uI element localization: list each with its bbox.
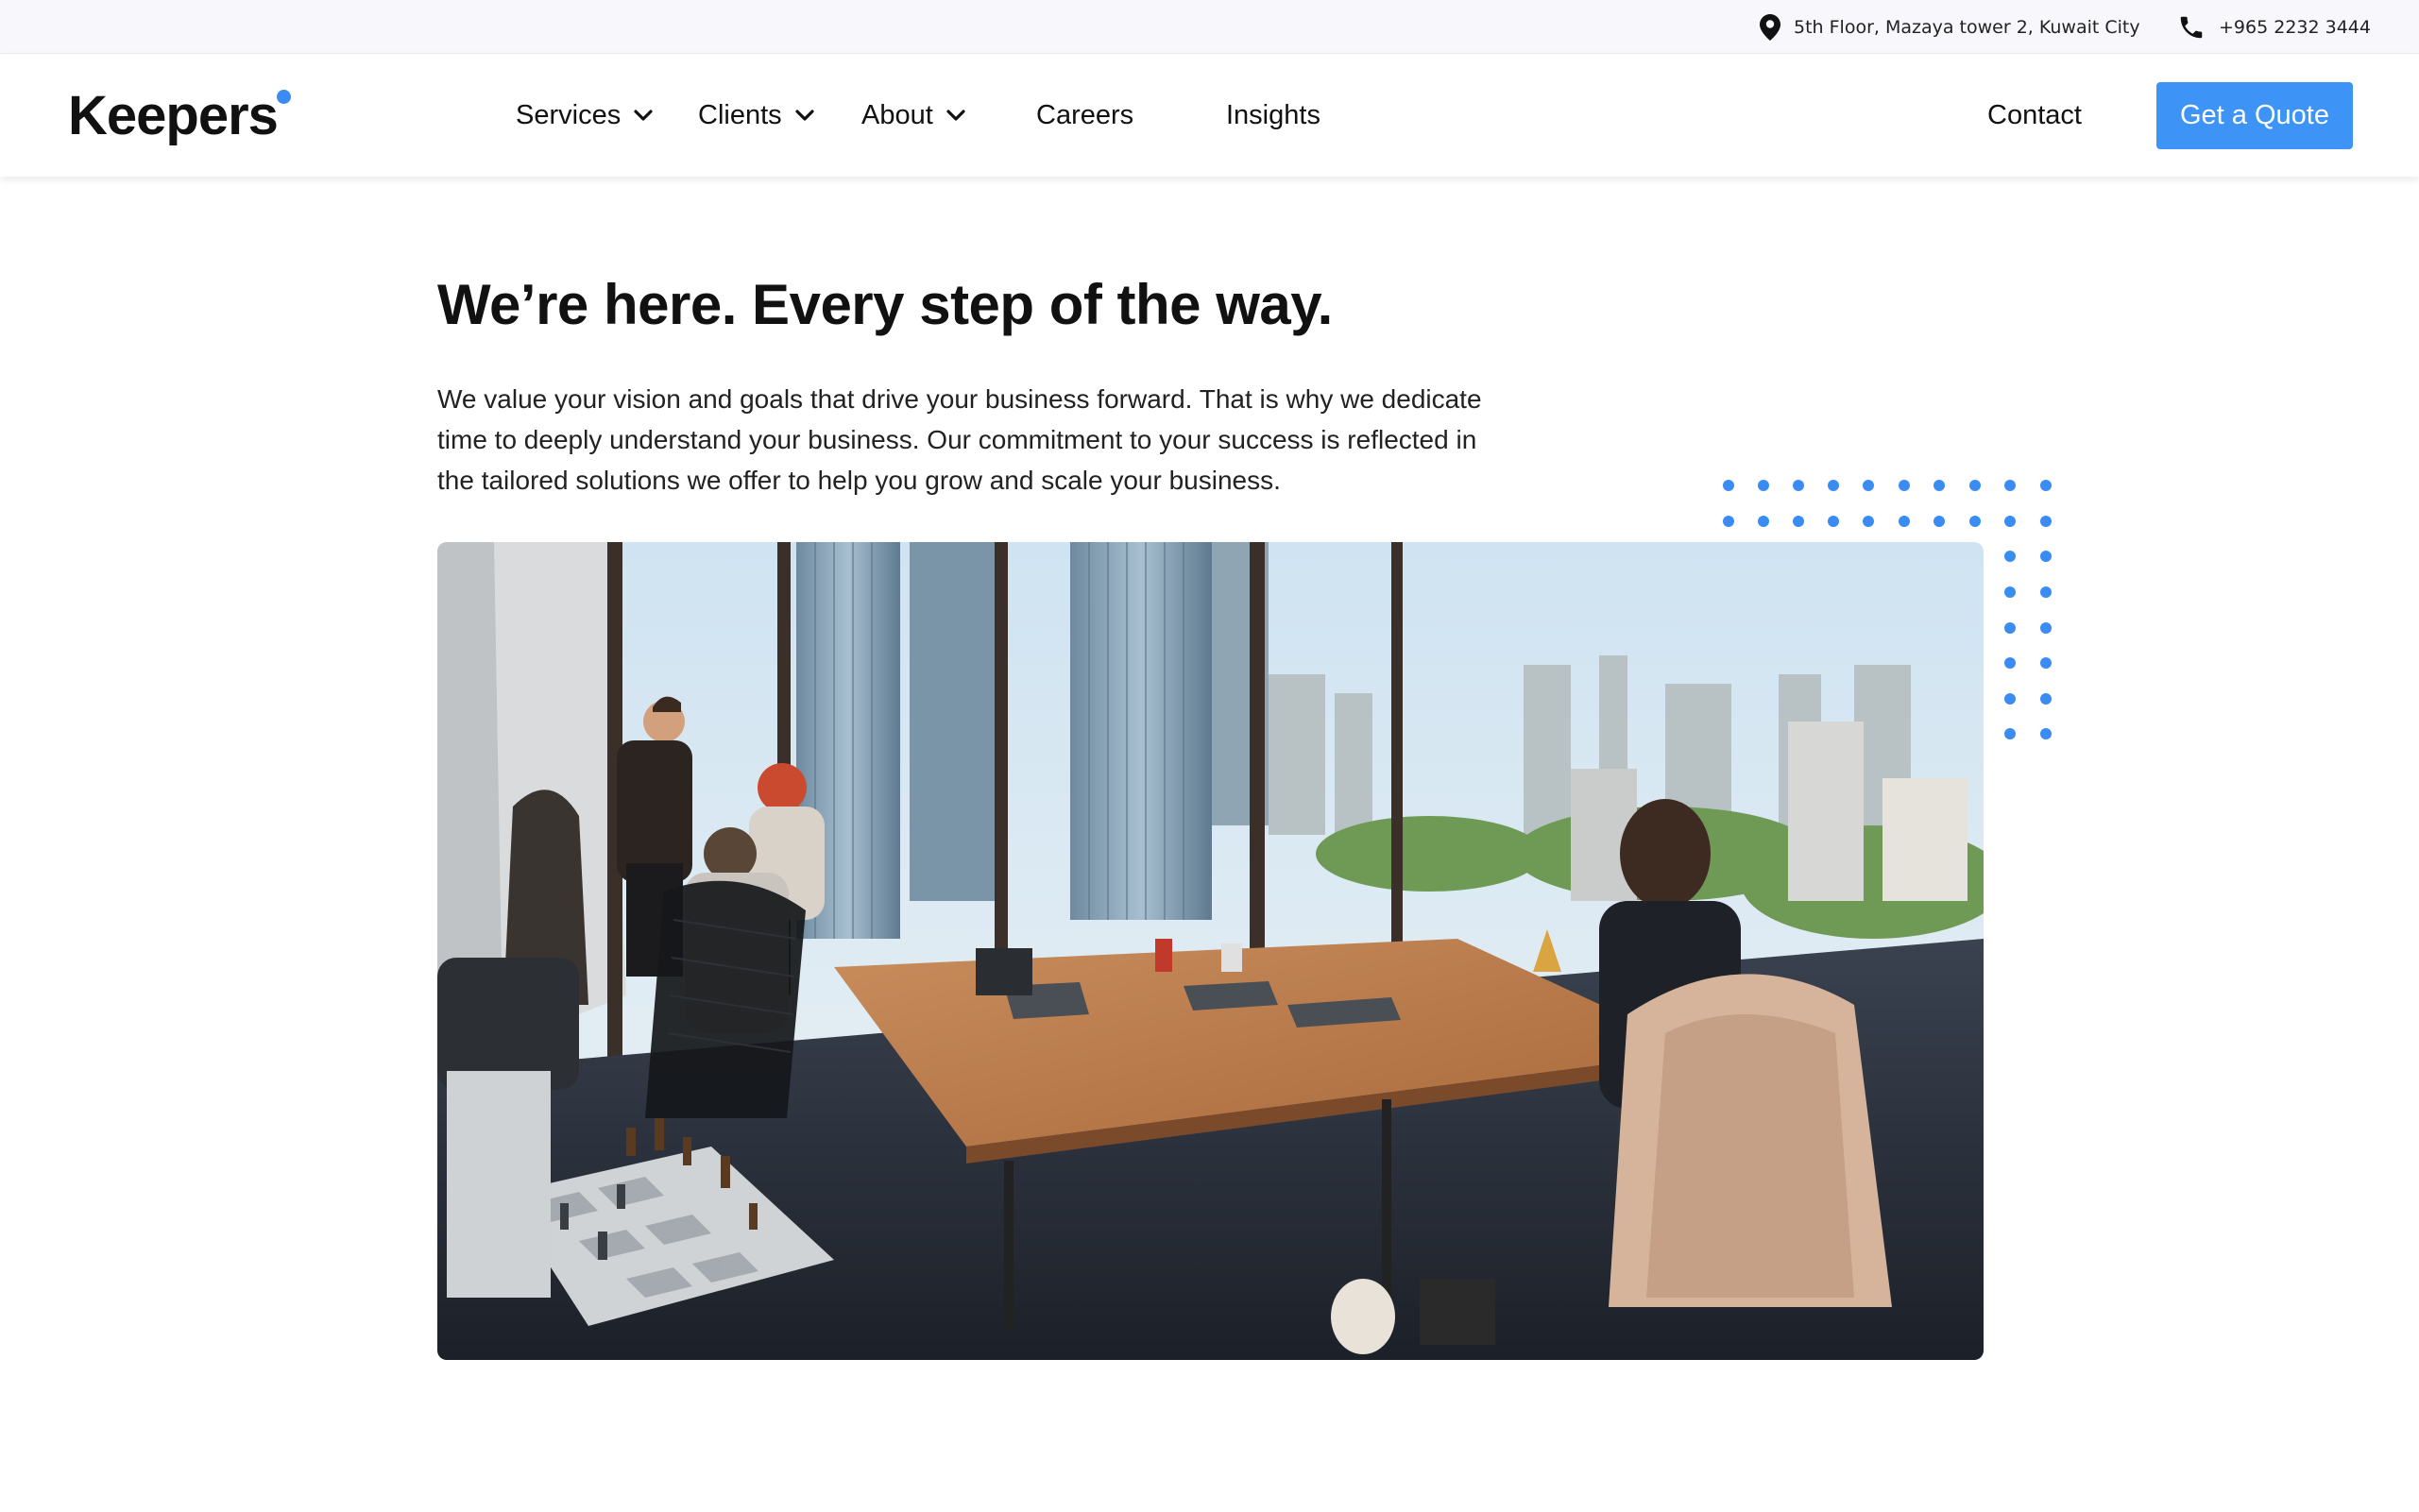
nav-careers-label: Careers: [1036, 99, 1134, 130]
nav-insights-label: Insights: [1226, 99, 1320, 130]
address-text: 5th Floor, Mazaya tower 2, Kuwait City: [1794, 16, 2140, 38]
nav-contact-label: Contact: [1987, 99, 2082, 130]
chevron-down-icon: [634, 109, 653, 122]
nav-contact[interactable]: Contact: [1987, 54, 2082, 177]
nav-clients-label: Clients: [698, 99, 782, 130]
phone-icon: [2177, 13, 2206, 42]
nav-about[interactable]: About: [861, 54, 965, 177]
intro-paragraph: We value your vision and goals that driv…: [437, 384, 1482, 495]
nav-insights[interactable]: Insights: [1226, 54, 1320, 177]
logo-dot-icon: [276, 90, 291, 104]
chevron-down-icon: [946, 109, 965, 122]
nav-careers[interactable]: Careers: [1036, 54, 1133, 177]
nav-about-label: About: [861, 99, 933, 130]
top-info-bar: 5th Floor, Mazaya tower 2, Kuwait City +…: [0, 0, 2419, 54]
map-pin-icon: [1760, 13, 1780, 41]
address-info: 5th Floor, Mazaya tower 2, Kuwait City: [1760, 0, 2140, 54]
page-title: We’re here. Every step of the way.: [437, 273, 1333, 336]
get-a-quote-button[interactable]: Get a Quote: [2156, 82, 2353, 149]
nav-services-label: Services: [516, 99, 622, 130]
site-header: Keepers Services Clients About Careers I…: [0, 54, 2419, 177]
office-photo: [437, 542, 1984, 1360]
keepers-logo[interactable]: Keepers: [68, 82, 291, 148]
logo-text: Keepers: [68, 84, 279, 146]
phone-text[interactable]: +965 2232 3444: [2219, 17, 2371, 38]
nav-clients[interactable]: Clients: [698, 54, 814, 177]
chevron-down-icon: [795, 109, 814, 122]
nav-services[interactable]: Services: [516, 54, 653, 177]
phone-info[interactable]: +965 2232 3444: [2177, 0, 2371, 54]
